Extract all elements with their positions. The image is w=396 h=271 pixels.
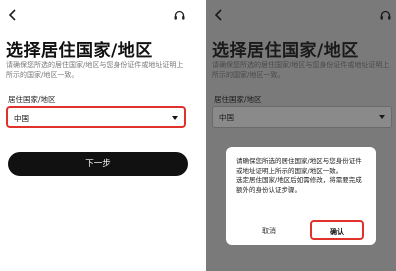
dialog-message-text: 请确保您所选的居住国家/地区与您身份证件或地址证明上所示的国家/地区一致。 [236,157,362,175]
selected-country-value: 中国 [219,113,234,122]
chevron-left-icon[interactable] [6,8,20,22]
next-button[interactable]: 下一步 [8,152,188,176]
confirm-dialog: 请确保您所选的居住国家/地区与您身份证件或地址证明上所示的国家/地区一致。 选定… [226,147,376,245]
country-field-label: 居住国家/地区 [8,95,56,104]
cancel-button[interactable]: 取消 [244,223,294,239]
selected-country-value: 中国 [14,114,29,123]
page-title: 选择居住国家/地区 [212,41,359,61]
country-select[interactable]: 中国 [6,106,186,128]
dropdown-arrow-icon [379,115,385,119]
page-description: 请确保您所选的居住国家/地区与您身份证件或地址证明上所示的国家/地区一致。 [212,61,390,79]
confirm-button[interactable]: 确认 [310,220,364,240]
page-description: 请确保您所选的居住国家/地区与您身份证件或地址证明上所示的国家/地区一致。 [6,61,184,79]
country-select: 中国 [212,106,392,128]
country-field-label: 居住国家/地区 [214,95,262,104]
dialog-message: 请确保您所选的居住国家/地区与您身份证件或地址证明上所示的国家/地区一致。 选定… [236,157,368,195]
country-selection-screen: 选择居住国家/地区 请确保您所选的居住国家/地区与您身份证件或地址证明上所示的国… [0,0,190,271]
page-title: 选择居住国家/地区 [6,41,153,61]
dropdown-arrow-icon [172,116,178,120]
chevron-left-icon [212,8,226,22]
headset-icon [379,9,392,22]
dialog-note-text: 选定居住国家/地区后如需修改，将需要完成额外的身份认证步骤。 [236,176,362,194]
headset-icon[interactable] [173,9,186,22]
confirm-dialog-screen: 选择居住国家/地区 请确保您所选的居住国家/地区与您身份证件或地址证明上所示的国… [206,0,396,271]
